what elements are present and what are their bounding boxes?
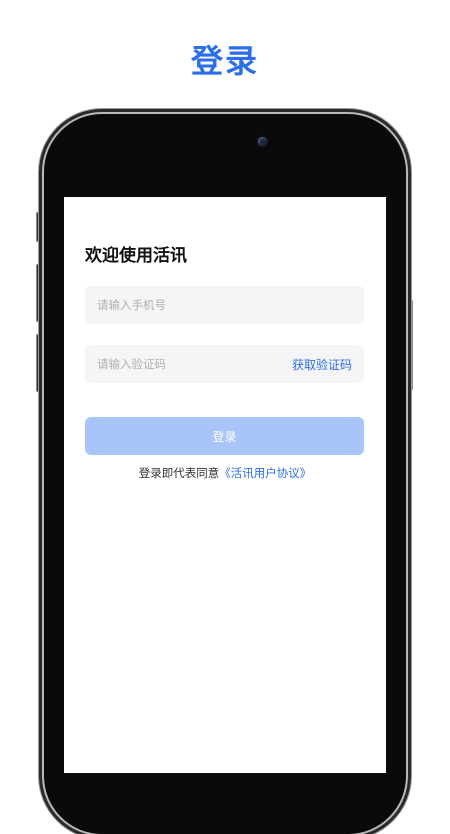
- agreement-prefix: 登录即代表同意: [138, 466, 220, 480]
- page-title: 登录: [190, 42, 259, 80]
- phone-volume-up-button: [36, 264, 42, 322]
- get-code-button[interactable]: 获取验证码: [292, 356, 352, 373]
- verification-code-field[interactable]: 获取验证码: [85, 345, 364, 383]
- phone-mute-switch: [36, 212, 42, 242]
- login-screen: 欢迎使用活讯 获取验证码 登录 登录即代表同意《活讯用户协议》: [64, 197, 386, 773]
- phone-volume-down-button: [36, 334, 42, 392]
- phone-field[interactable]: [85, 286, 364, 324]
- front-camera-icon: [258, 137, 267, 146]
- phone-input[interactable]: [97, 298, 352, 312]
- login-button[interactable]: 登录: [85, 417, 364, 455]
- user-agreement-link[interactable]: 《活讯用户协议》: [219, 466, 311, 480]
- verification-code-input[interactable]: [97, 357, 292, 371]
- phone-power-button: [407, 300, 413, 390]
- welcome-title: 欢迎使用活讯: [85, 246, 187, 266]
- agreement-text: 登录即代表同意《活讯用户协议》: [64, 465, 386, 481]
